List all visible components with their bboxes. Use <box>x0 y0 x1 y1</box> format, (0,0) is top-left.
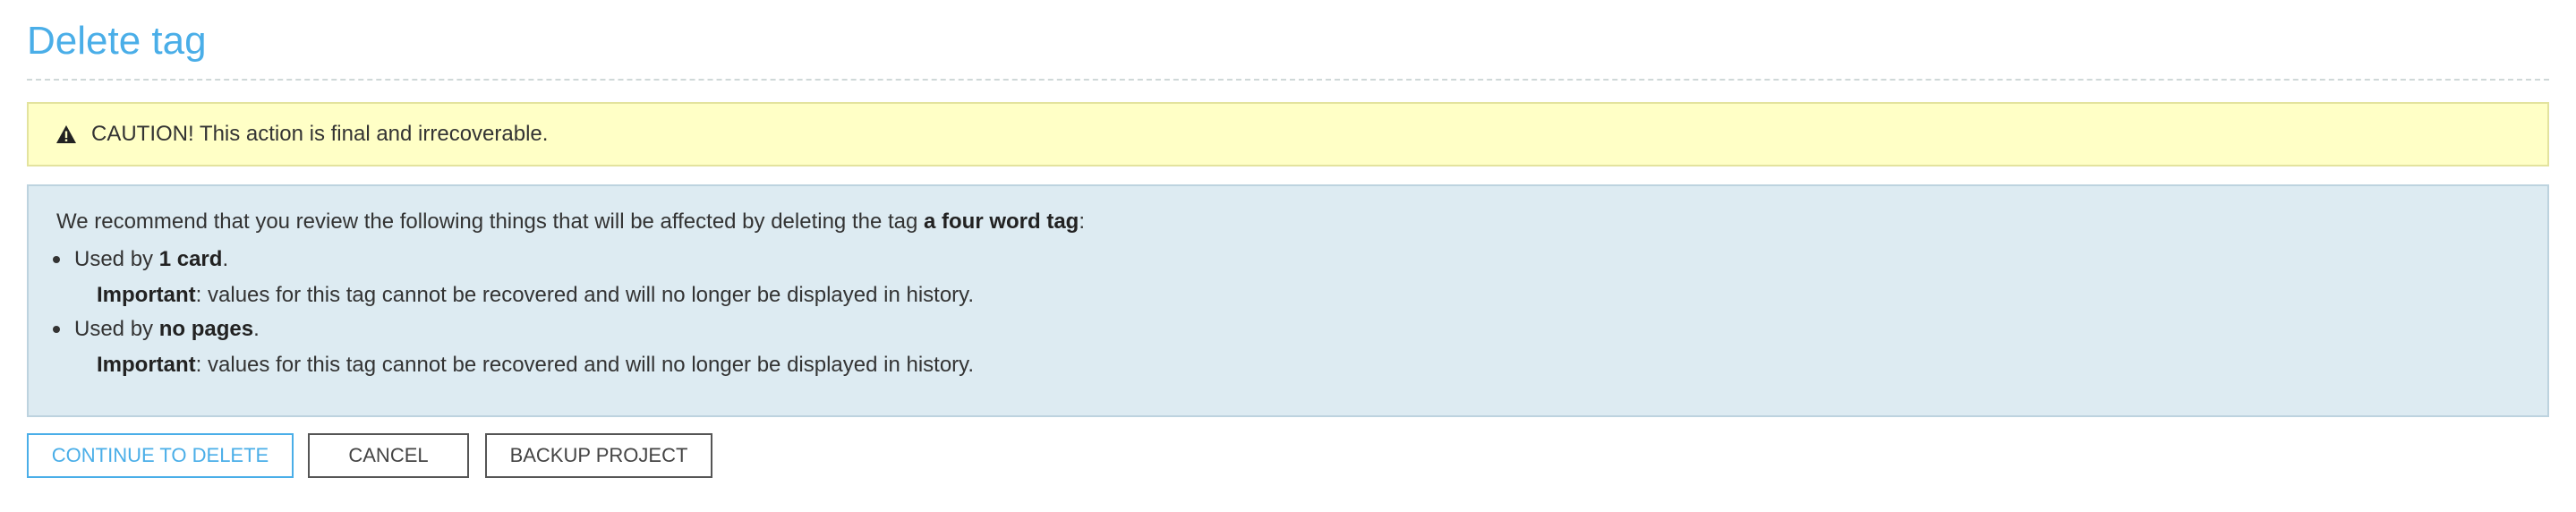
bullet <box>53 256 60 263</box>
bullet <box>53 326 60 333</box>
important-text: : values for this tag cannot be recovere… <box>195 283 975 307</box>
important-text: : values for this tag cannot be recovere… <box>195 353 975 377</box>
info-intro-prefix: We recommend that you review the followi… <box>56 209 924 234</box>
usage-suffix: . <box>253 317 260 341</box>
continue-to-delete-button[interactable]: CONTINUE TO DELETE <box>27 433 294 478</box>
cancel-button[interactable]: CANCEL <box>308 433 469 478</box>
tag-name: a four word tag <box>924 209 1079 234</box>
delete-tag-page: Delete tag CAUTION! This action is final… <box>0 0 2576 512</box>
affected-items-panel: We recommend that you review the followi… <box>27 184 2549 417</box>
info-intro: We recommend that you review the followi… <box>56 204 1085 240</box>
backup-project-button[interactable]: BACKUP PROJECT <box>485 433 712 478</box>
usage-suffix: . <box>222 247 229 271</box>
warning-triangle-icon <box>56 125 76 143</box>
important-label: Important <box>97 353 196 377</box>
usage-line: Used by 1 card. <box>74 242 228 277</box>
usage-line: Used by no pages. <box>74 311 260 347</box>
usage-prefix: Used by <box>74 317 159 341</box>
important-note: Important: values for this tag cannot be… <box>97 347 974 383</box>
usage-count: no pages <box>158 317 254 341</box>
usage-prefix: Used by <box>74 247 159 271</box>
caution-banner: CAUTION! This action is final and irreco… <box>27 102 2549 166</box>
info-intro-suffix: : <box>1079 209 1086 234</box>
page-title: Delete tag <box>27 19 207 63</box>
title-divider <box>27 79 2549 81</box>
usage-count: 1 card <box>158 247 223 271</box>
important-label: Important <box>97 283 196 307</box>
important-note: Important: values for this tag cannot be… <box>97 277 974 313</box>
caution-text: CAUTION! This action is final and irreco… <box>91 122 549 146</box>
